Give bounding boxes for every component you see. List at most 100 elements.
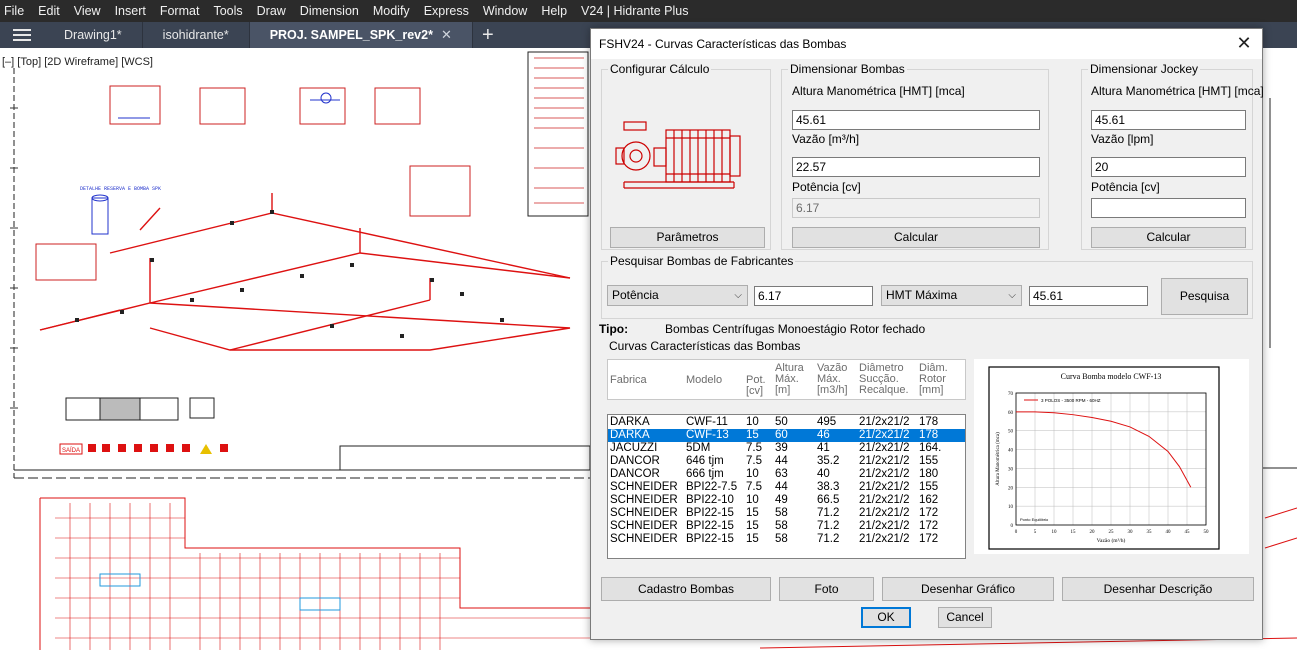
configurar-calculo-label: Configurar Cálculo (608, 62, 712, 76)
menu-item-view[interactable]: View (67, 0, 108, 22)
cell-vazao: 66.5 (817, 494, 840, 506)
cell-altura: 58 (775, 507, 788, 519)
x-tick-label: 35 (1147, 530, 1153, 535)
cell-pot: 15 (746, 520, 759, 532)
filter2-selected: HMT Máxima (886, 288, 958, 302)
tab-label: isohidrante* (162, 28, 229, 42)
menu-item-help[interactable]: Help (534, 0, 574, 22)
parametros-button[interactable]: Parâmetros (610, 227, 765, 248)
menu-item-draw[interactable]: Draw (250, 0, 293, 22)
menu-item-edit[interactable]: Edit (31, 0, 67, 22)
vazao-input[interactable]: 22.57 (792, 157, 1040, 177)
dialog-title: FSHV24 - Curvas Características das Bomb… (599, 37, 847, 51)
cell-fabrica: DANCOR (610, 455, 660, 467)
y-tick-label: 30 (1008, 467, 1014, 472)
col-fabrica: Fabrica (610, 374, 647, 386)
x-tick-label: 25 (1109, 530, 1115, 535)
cell-rotor: 155 (919, 455, 939, 467)
tab-label: Drawing1* (64, 28, 122, 42)
potencia-label: Potência [cv] (792, 180, 861, 194)
menu-item-dimension[interactable]: Dimension (293, 0, 366, 22)
pump-curves-dialog: FSHV24 - Curvas Características das Bomb… (590, 28, 1264, 640)
cell-rotor: 172 (919, 533, 939, 545)
jockey-hmt-input[interactable]: 45.61 (1091, 110, 1246, 130)
calcular-bombas-button[interactable]: Calcular (792, 227, 1040, 248)
cell-rotor: 155 (919, 481, 939, 493)
dimensionar-jockey-group: Dimensionar Jockey Altura Manométrica [H… (1081, 62, 1264, 250)
col-rotor-line3: [mm] (919, 384, 944, 396)
y-axis-label: Altura Manométrica (mca) (996, 432, 1001, 486)
x-tick-label: 45 (1185, 530, 1191, 535)
document-tab[interactable]: Drawing1* (44, 22, 143, 48)
hmt-input[interactable]: 45.61 (792, 110, 1040, 130)
table-row[interactable]: SCHNEIDER BPI22-15 15 58 71.2 21/2x21/2 172 (608, 520, 965, 533)
jockey-vazao-input[interactable]: 20 (1091, 157, 1246, 177)
cell-altura: 39 (775, 442, 788, 454)
table-row[interactable]: DANCOR 666 tjm 10 63 40 21/2x21/2 180 (608, 468, 965, 481)
y-tick-label: 20 (1008, 486, 1014, 491)
col-diametro-line3: Recalque. (859, 384, 909, 396)
pump-list[interactable]: DARKA CWF-11 10 50 495 21/2x21/2 178 DARKA CWF-1… (607, 414, 966, 559)
jockey-vazao-label: Vazão [lpm] (1091, 132, 1154, 146)
close-icon[interactable]: ✕ (1234, 33, 1254, 53)
filter1-select[interactable]: Potência ⌵ (607, 285, 748, 306)
chevron-down-icon: ⌵ (734, 290, 742, 301)
menu-item-format[interactable]: Format (153, 0, 207, 22)
calcular-jockey-button[interactable]: Calcular (1091, 227, 1246, 248)
table-row[interactable]: JACUZZI 5DM 7.5 39 41 21/2x21/2 164. (608, 442, 965, 455)
cell-pot: 10 (746, 468, 759, 480)
y-tick-label: 60 (1008, 411, 1014, 416)
cell-pot: 7.5 (746, 442, 762, 454)
cadastro-bombas-button[interactable]: Cadastro Bombas (601, 577, 771, 601)
table-row[interactable]: SCHNEIDER BPI22-15 15 58 71.2 21/2x21/2 172 (608, 533, 965, 546)
new-tab-button[interactable]: + (473, 22, 503, 48)
table-row[interactable]: SCHNEIDER BPI22-10 10 49 66.5 21/2x21/2 162 (608, 494, 965, 507)
menu-item-insert[interactable]: Insert (108, 0, 153, 22)
y-tick-label: 40 (1008, 449, 1014, 454)
close-tab-icon[interactable]: ✕ (441, 27, 452, 43)
table-row[interactable]: DARKA CWF-13 15 60 46 21/2x21/2 178 (608, 429, 965, 442)
desenhar-grafico-button[interactable]: Desenhar Gráfico (882, 577, 1054, 601)
x-tick-label: 30 (1128, 530, 1134, 535)
menu-item-file[interactable]: File (0, 0, 31, 22)
cell-rotor: 178 (919, 429, 939, 441)
document-tab[interactable]: PROJ. SAMPEL_SPK_rev2* ✕ (249, 22, 473, 48)
filter1-value-input[interactable]: 6.17 (754, 286, 873, 306)
cell-diametro: 21/2x21/2 (859, 520, 910, 532)
filter2-value-input[interactable]: 45.61 (1029, 286, 1148, 306)
pesquisa-button[interactable]: Pesquisa (1161, 278, 1248, 315)
menu-item-tools[interactable]: Tools (206, 0, 249, 22)
chevron-down-icon: ⌵ (1008, 290, 1016, 301)
table-row[interactable]: SCHNEIDER BPI22-15 15 58 71.2 21/2x21/2 172 (608, 507, 965, 520)
cancel-button[interactable]: Cancel (938, 607, 992, 628)
dimensionar-bombas-label: Dimensionar Bombas (788, 62, 907, 76)
table-row[interactable]: DANCOR 646 tjm 7.5 44 35.2 21/2x21/2 155 (608, 455, 965, 468)
cell-rotor: 178 (919, 416, 939, 428)
filter2-select[interactable]: HMT Máxima ⌵ (881, 285, 1022, 306)
ok-button[interactable]: OK (861, 607, 911, 628)
vazao-label: Vazão [m³/h] (792, 132, 860, 146)
cell-diametro: 21/2x21/2 (859, 468, 910, 480)
cell-diametro: 21/2x21/2 (859, 507, 910, 519)
hamburger-menu-icon[interactable] (0, 22, 44, 48)
cell-modelo: BPI22-10 (686, 494, 734, 506)
menu-item-v24-hidrante-plus[interactable]: V24 | Hidrante Plus (574, 0, 695, 22)
cell-modelo: 666 tjm (686, 468, 724, 480)
menu-item-express[interactable]: Express (417, 0, 476, 22)
jockey-potencia-input[interactable] (1091, 198, 1246, 218)
cell-pot: 10 (746, 416, 759, 428)
desenhar-descricao-button[interactable]: Desenhar Descrição (1062, 577, 1254, 601)
cell-modelo: 5DM (686, 442, 711, 454)
x-tick-label: 40 (1166, 530, 1172, 535)
foto-button[interactable]: Foto (779, 577, 874, 601)
table-row[interactable]: DARKA CWF-11 10 50 495 21/2x21/2 178 (608, 416, 965, 429)
menu-item-window[interactable]: Window (476, 0, 534, 22)
document-tab[interactable]: isohidrante* (143, 22, 250, 48)
menu-item-modify[interactable]: Modify (366, 0, 417, 22)
cell-altura: 44 (775, 455, 788, 467)
dimensionar-jockey-label: Dimensionar Jockey (1088, 62, 1201, 76)
filter1-selected: Potência (612, 288, 659, 302)
cell-altura: 63 (775, 468, 788, 480)
col-modelo: Modelo (686, 374, 723, 386)
table-row[interactable]: SCHNEIDER BPI22-7.5 7.5 44 38.3 21/2x21/2 155 (608, 481, 965, 494)
